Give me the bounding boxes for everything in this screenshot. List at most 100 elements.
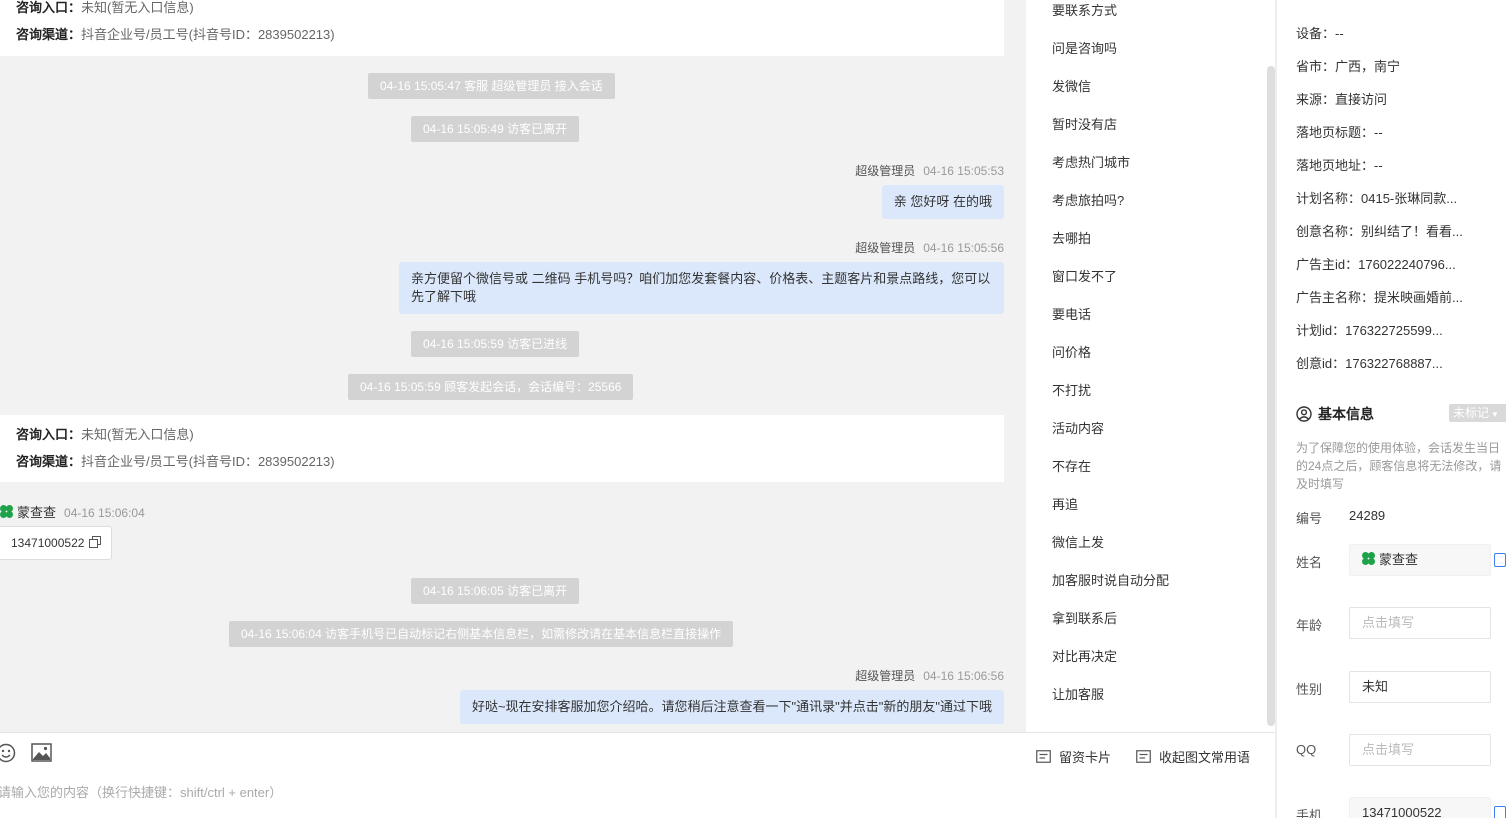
advertiser-id: 广告主id：176022240796... [1296,257,1456,272]
landing-page-title: 落地页标题：-- [1296,125,1383,140]
quick-phrase-item[interactable]: 要电话 [1052,304,1091,323]
consult-channel-label: 咨询渠道： [16,454,82,469]
qq-field[interactable]: 点击填写 [1349,734,1491,766]
quick-phrase-item[interactable]: 让加客服 [1052,684,1104,703]
consult-entry-value: 未知(暂无入口信息) [81,0,194,15]
plan-id: 计划id：176322725599... [1296,323,1443,338]
sender-name: 超级管理员 [855,241,916,255]
emoji-icon[interactable] [0,743,16,763]
landing-page-url: 落地页地址：-- [1296,158,1383,173]
phrase-list-scrollbar[interactable] [1267,66,1275,726]
quick-phrase-item[interactable]: 暂时没有店 [1052,114,1117,133]
visitor-info-panel: 设备：-- 省市：广西，南宁 来源：直接访问 落地页标题：-- 落地页地址：--… [1277,0,1506,818]
copy-phone-icon[interactable] [1494,806,1506,818]
message-time: 04-16 15:06:56 [923,669,1004,683]
device-info: 设备：-- [1296,26,1344,41]
consult-channel-row: 咨询渠道：抖音企业号/员工号(抖音号ID：2839502213) [16,21,988,48]
quick-phrase-item[interactable]: 问价格 [1052,342,1091,361]
name-label: 姓名 [1296,555,1323,570]
age-label: 年龄 [1296,618,1323,633]
lead-card-button[interactable]: 留资卡片 [1036,747,1111,766]
quick-phrase-item[interactable]: 问是咨询吗 [1052,38,1117,57]
province-info: 省市：广西，南宁 [1296,59,1401,74]
basic-info-title: 基本信息 [1318,406,1374,422]
id-value: 24289 [1349,508,1386,523]
phone-label: 手机 [1296,808,1323,818]
collapse-phrases-label: 收起图文常用语 [1159,750,1251,765]
visitor-message-bubble[interactable]: 13471000522 [0,526,112,560]
copy-icon[interactable] [88,536,101,548]
collapse-phrases-button[interactable]: 收起图文常用语 [1136,747,1250,766]
consult-entry-label: 咨询入口： [16,0,82,15]
quick-phrase-item[interactable]: 不打扰 [1052,380,1091,399]
message-composer: 请输入您的内容（换行快捷键：shift/ctrl + enter） 留资卡片 收… [0,732,1276,818]
message-meta: 超级管理员 04-16 15:05:56 [855,239,1004,256]
consult-info-card: 咨询入口：未知(暂无入口信息) 咨询渠道：抖音企业号/员工号(抖音号ID：283… [0,0,1004,56]
quick-phrase-item[interactable]: 拿到联系后 [1052,608,1117,627]
quick-phrase-item[interactable]: 发微信 [1052,76,1091,95]
lead-card-label: 留资卡片 [1059,750,1112,765]
quick-phrase-item[interactable]: 活动内容 [1052,418,1104,437]
plan-name: 计划名称：0415-张琳同款... [1296,191,1458,206]
system-message: 04-16 15:05:47 客服 超级管理员 接入会话 [368,73,615,99]
message-meta: 超级管理员 04-16 15:06:56 [855,667,1004,684]
consult-entry-row: 咨询入口：未知(暂无入口信息) [16,0,988,21]
sender-name: 超级管理员 [855,669,916,683]
consult-channel-value: 抖音企业号/员工号(抖音号ID：2839502213) [81,27,335,42]
consult-channel-row: 咨询渠道：抖音企业号/员工号(抖音号ID：2839502213) [16,448,988,475]
image-icon[interactable] [31,743,52,762]
consult-entry-row: 咨询入口：未知(暂无入口信息) [16,421,988,448]
system-message: 04-16 15:05:49 访客已离开 [411,116,580,142]
quick-phrase-item[interactable]: 微信上发 [1052,532,1104,551]
message-meta: 蒙查查 04-16 15:06:04 [0,502,145,521]
quick-phrase-item[interactable]: 对比再决定 [1052,646,1117,665]
clover-avatar-icon [1362,552,1376,566]
gender-field[interactable]: 未知 [1349,671,1491,703]
clover-avatar-icon [0,505,14,519]
chat-area: 咨询入口：未知(暂无入口信息) 咨询渠道：抖音企业号/员工号(抖音号ID：283… [0,0,1026,732]
quick-phrase-item[interactable]: 再追 [1052,494,1078,513]
tag-dropdown-label: 未标记 [1453,406,1490,420]
name-field[interactable]: 蒙查查 [1349,544,1491,576]
sender-name: 蒙查查 [17,505,57,520]
tag-dropdown[interactable]: 未标记 ▼ [1449,404,1506,422]
quick-phrase-item[interactable]: 考虑旅拍吗? [1052,190,1124,209]
message-icon [1136,750,1151,763]
message-time: 04-16 15:06:04 [64,506,145,520]
copy-name-icon[interactable] [1494,553,1506,567]
gender-label: 性别 [1296,682,1323,697]
consult-channel-label: 咨询渠道： [16,27,82,42]
basic-info-heading: 基本信息 [1296,404,1374,424]
quick-phrase-item[interactable]: 窗口发不了 [1052,266,1117,285]
edit-notice: 为了保障您的使用体验，会话发生当日的24点之后，顾客信息将无法修改，请及时填写 [1296,441,1502,491]
quick-phrase-item[interactable]: 不存在 [1052,456,1091,475]
sender-name: 超级管理员 [855,164,916,178]
quick-phrase-item[interactable]: 加客服时说自动分配 [1052,570,1169,589]
system-message: 04-16 15:05:59 顾客发起会话，会话编号：25566 [348,374,634,400]
age-field[interactable]: 点击填写 [1349,607,1491,639]
user-icon [1296,406,1312,422]
quick-phrase-item[interactable]: 考虑热门城市 [1052,152,1130,171]
message-time: 04-16 15:05:53 [923,164,1004,178]
source-info: 来源：直接访问 [1296,92,1388,107]
agent-message-bubble[interactable]: 好哒~现在安排客服加您介绍哈。请您稍后注意查看一下"通讯录"并点击"新的朋友"通… [459,690,1004,724]
system-message: 04-16 15:06:05 访客已离开 [411,578,580,604]
creative-name: 创意名称：别纠结了！看看... [1296,224,1463,239]
quick-phrase-item[interactable]: 要联系方式 [1052,0,1117,19]
visitor-message-text: 13471000522 [11,536,85,550]
card-icon [1036,750,1051,763]
message-input[interactable]: 请输入您的内容（换行快捷键：shift/ctrl + enter） [0,782,282,801]
qq-label: QQ [1296,742,1317,757]
consult-info-card: 咨询入口：未知(暂无入口信息) 咨询渠道：抖音企业号/员工号(抖音号ID：283… [0,415,1004,482]
quick-phrase-item[interactable]: 去哪拍 [1052,228,1091,247]
system-message: 04-16 15:05:59 访客已进线 [411,331,580,357]
creative-id: 创意id：176322768887... [1296,356,1443,371]
agent-message-bubble[interactable]: 亲方便留个微信号或 二维码 手机号吗？咱们加您发套餐内容、价格表、主题客片和景点… [399,262,1004,314]
name-field-value: 蒙查查 [1379,552,1419,567]
advertiser-name: 广告主名称：提米映画婚前... [1296,290,1463,305]
id-label: 编号 [1296,511,1323,526]
caret-down-icon: ▼ [1491,410,1499,419]
phone-field[interactable]: 13471000522 [1349,797,1491,818]
consult-entry-label: 咨询入口： [16,427,82,442]
agent-message-bubble[interactable]: 亲 您好呀 在的哦 [881,185,1004,219]
